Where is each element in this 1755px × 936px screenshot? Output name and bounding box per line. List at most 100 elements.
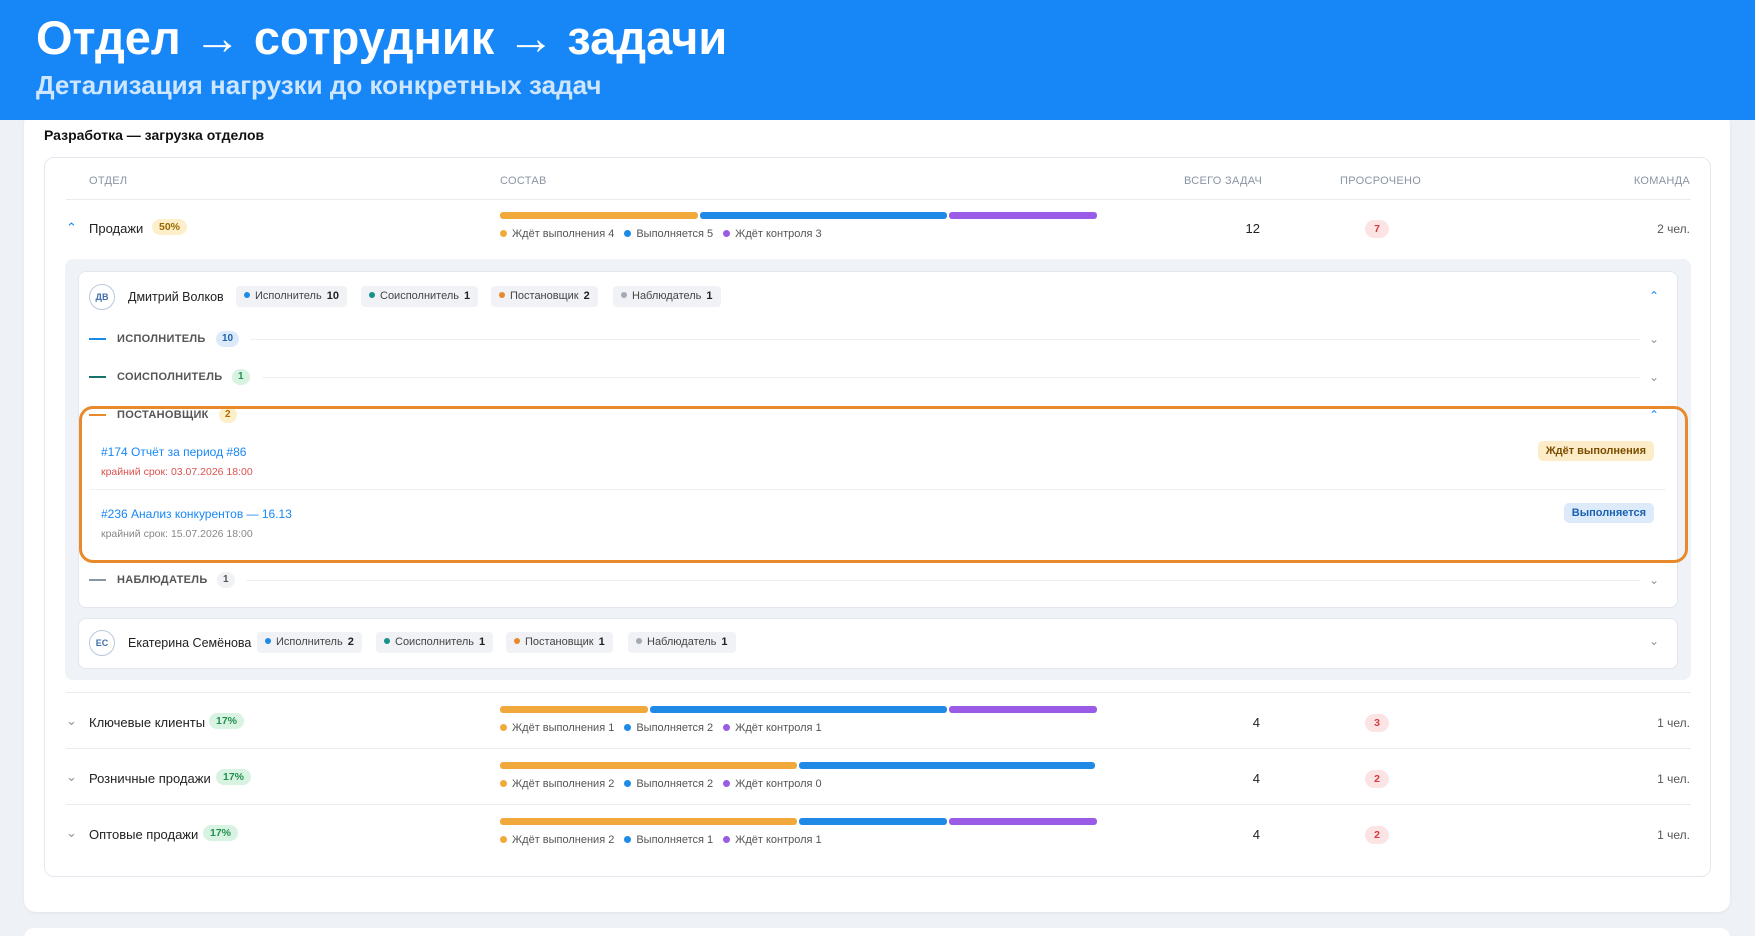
chevron-down-icon[interactable]: ⌄ [1649, 370, 1659, 384]
load-percent-badge: 17% [203, 825, 239, 841]
legend-control: Ждёт контроля 1 [723, 834, 822, 846]
chevron-down-icon[interactable]: ⌄ [1649, 634, 1659, 648]
total-tasks: 12 [1245, 221, 1260, 236]
card-title: Разработка — загрузка отделов [44, 127, 265, 143]
team-size: 2 чел. [1657, 222, 1690, 236]
segment-waiting [500, 818, 797, 825]
team-size: 1 чел. [1657, 772, 1690, 786]
department-name: Ключевые клиенты [89, 715, 206, 730]
segment-control [948, 706, 1097, 713]
legend-control: Ждёт контроля 1 [723, 722, 822, 734]
department-name: Продажи [89, 221, 144, 236]
col-header-team[interactable]: КОМАНДА [1634, 175, 1690, 187]
role-chip-executor: Исполнитель 2 [257, 632, 362, 653]
role-marker [89, 414, 106, 416]
role-title-observer[interactable]: НАБЛЮДАТЕЛЬ [117, 574, 208, 586]
overdue-badge: 2 [1365, 826, 1389, 844]
overdue-badge: 7 [1365, 220, 1389, 238]
task-link[interactable]: #236 Анализ конкурентов — 16.13 [101, 507, 292, 521]
task-deadline: крайний срок: 15.07.2026 18:00 [101, 528, 253, 540]
role-title-executor[interactable]: ИСПОЛНИТЕЛЬ [117, 333, 206, 345]
task-link[interactable]: #174 Отчёт за период #86 [101, 445, 246, 459]
col-header-overdue[interactable]: ПРОСРОЧЕНО [1340, 175, 1421, 187]
task-deadline: крайний срок: 03.07.2026 18:00 [101, 466, 253, 478]
chevron-down-icon[interactable]: ⌄ [66, 770, 77, 783]
composition-legend: Ждёт выполнения 2 Выполняется 2 Ждёт кон… [500, 778, 822, 790]
role-chip-coexecutor: Соисполнитель 1 [361, 286, 479, 307]
col-header-total[interactable]: ВСЕГО ЗАДАЧ [1184, 175, 1262, 187]
page-subtitle: Детализация нагрузки до конкретных задач [36, 70, 602, 100]
role-title-assigner[interactable]: ПОСТАНОВЩИК [117, 409, 209, 421]
employee-name[interactable]: Екатерина Семёнова [128, 636, 251, 650]
load-percent-badge: 17% [216, 769, 252, 785]
composition-bar [500, 706, 1097, 713]
row-divider [66, 804, 1691, 805]
load-percent-badge: 50% [152, 219, 188, 235]
row-divider [66, 748, 1691, 749]
load-percent-badge: 17% [209, 713, 245, 729]
col-header-department[interactable]: ОТДЕЛ [89, 175, 127, 187]
role-chip-assigner: Постановщик 2 [491, 286, 598, 307]
segment-waiting [500, 706, 649, 713]
role-chip-observer: Наблюдатель 1 [628, 632, 736, 653]
employee-name[interactable]: Дмитрий Волков [128, 290, 224, 304]
role-divider [262, 377, 1640, 378]
role-chip-observer: Наблюдатель 1 [613, 286, 721, 307]
employee-card [78, 271, 1678, 608]
role-count-badge: 2 [219, 407, 237, 423]
row-divider [66, 692, 1691, 693]
segment-running [699, 212, 947, 219]
legend-running: Выполняется 5 [624, 228, 713, 240]
composition-legend: Ждёт выполнения 2 Выполняется 1 Ждёт кон… [500, 834, 822, 846]
composition-bar [500, 212, 1097, 219]
role-chip-executor: Исполнитель 10 [236, 286, 347, 307]
chevron-down-icon[interactable]: ⌄ [66, 826, 77, 839]
col-header-composition: СОСТАВ [500, 175, 547, 187]
total-tasks: 4 [1252, 771, 1260, 786]
role-title-coexecutor[interactable]: СОИСПОЛНИТЕЛЬ [117, 371, 222, 383]
page-title: Отдел → сотрудник → задачи [36, 11, 728, 64]
segment-running [798, 762, 1095, 769]
department-name: Оптовые продажи [89, 827, 199, 842]
task-divider [90, 489, 1666, 490]
task-status-badge: Ждёт выполнения [1537, 441, 1654, 461]
legend-waiting: Ждёт выполнения 2 [500, 834, 614, 846]
role-marker [89, 579, 106, 581]
avatar: ДВ [89, 284, 115, 310]
role-count-badge: 10 [216, 331, 240, 347]
total-tasks: 4 [1252, 715, 1260, 730]
legend-control: Ждёт контроля 3 [723, 228, 822, 240]
segment-waiting [500, 762, 797, 769]
chevron-up-icon[interactable]: ⌃ [66, 221, 77, 234]
segment-control [948, 212, 1097, 219]
segment-waiting [500, 212, 698, 219]
role-marker [89, 376, 106, 378]
chevron-down-icon[interactable]: ⌄ [66, 714, 77, 727]
overdue-badge: 2 [1365, 770, 1389, 788]
role-count-badge: 1 [217, 572, 235, 588]
legend-running: Выполняется 2 [624, 722, 713, 734]
role-marker [89, 338, 106, 340]
chevron-down-icon[interactable]: ⌄ [1649, 573, 1659, 587]
page-banner: Отдел → сотрудник → задачи Детализация н… [0, 0, 1755, 120]
segment-control [948, 818, 1097, 825]
composition-legend: Ждёт выполнения 4 Выполняется 5 Ждёт кон… [500, 228, 822, 240]
composition-bar [500, 762, 1095, 769]
composition-bar [500, 818, 1097, 825]
legend-waiting: Ждёт выполнения 2 [500, 778, 614, 790]
chevron-up-icon[interactable]: ⌃ [1649, 289, 1659, 303]
overdue-badge: 3 [1365, 714, 1389, 732]
role-divider [246, 580, 1640, 581]
chevron-up-icon[interactable]: ⌃ [1649, 408, 1659, 422]
segment-running [650, 706, 947, 713]
legend-waiting: Ждёт выполнения 1 [500, 722, 614, 734]
next-card [24, 928, 1730, 936]
segment-running [798, 818, 947, 825]
task-status-badge: Выполняется [1563, 503, 1654, 523]
avatar: ЕС [89, 630, 115, 656]
legend-running: Выполняется 2 [624, 778, 713, 790]
legend-control: Ждёт контроля 0 [723, 778, 822, 790]
department-name: Розничные продажи [89, 771, 211, 786]
total-tasks: 4 [1252, 827, 1260, 842]
chevron-down-icon[interactable]: ⌄ [1649, 332, 1659, 346]
